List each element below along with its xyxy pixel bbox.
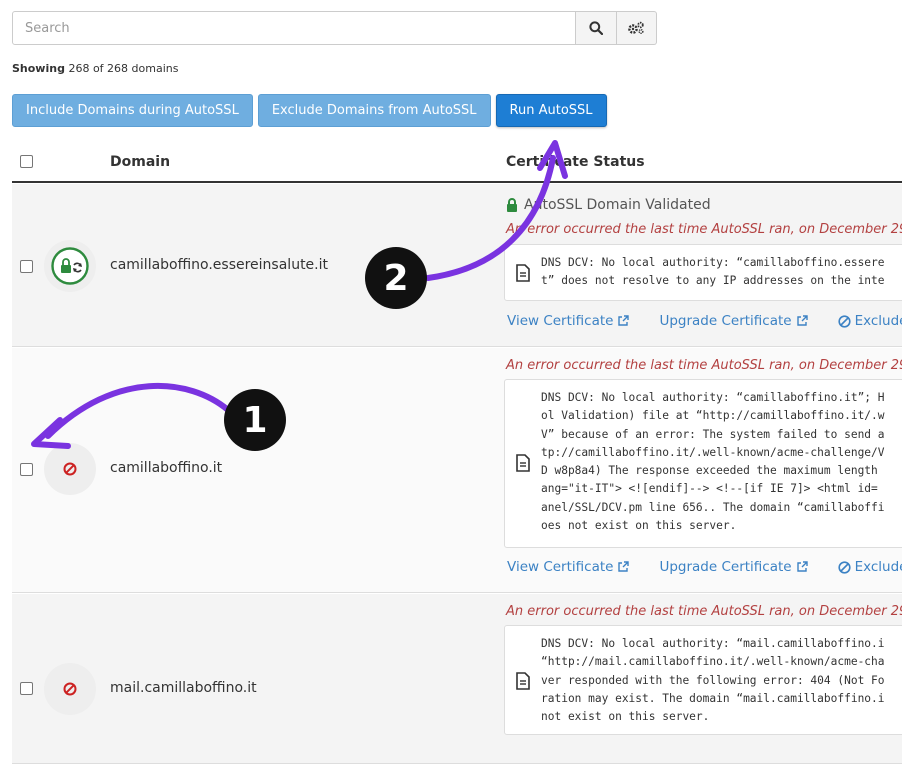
arrow-to-run-button — [425, 140, 568, 281]
annotation-badge-1: 1 — [224, 389, 286, 451]
annotation-badge-2: 2 — [365, 247, 427, 309]
annotation-arrows — [31, 140, 568, 449]
arrow-to-checkbox — [31, 382, 231, 449]
